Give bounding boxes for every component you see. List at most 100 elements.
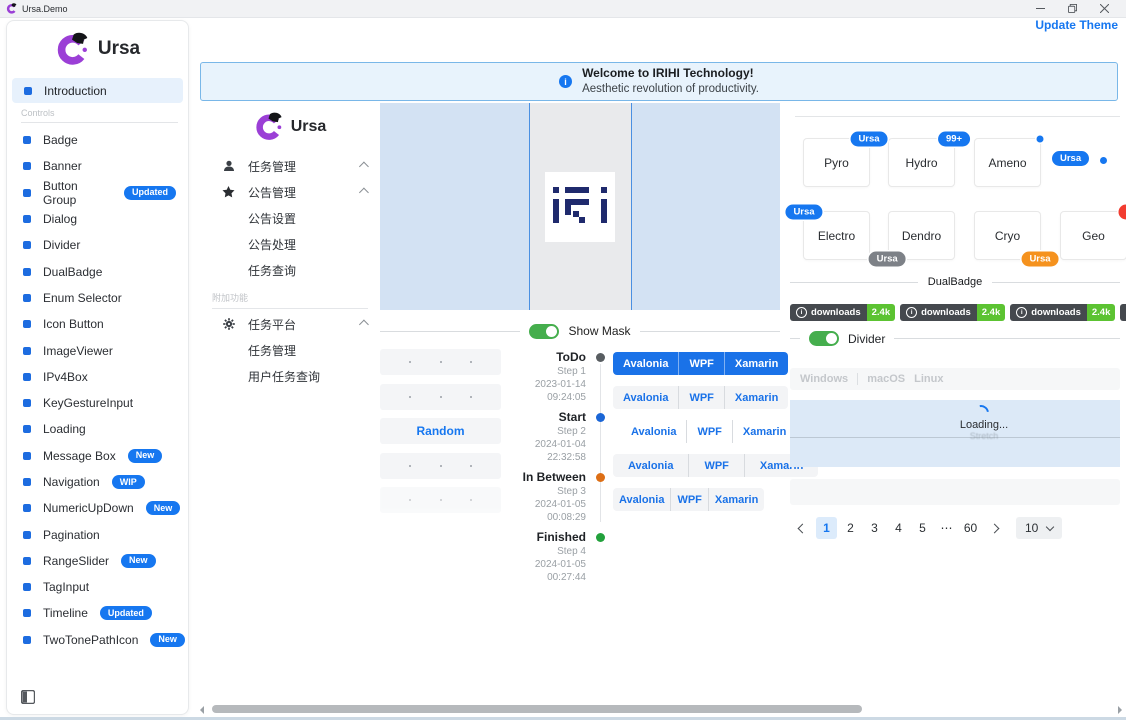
sidebar-item-badge: New: [121, 554, 156, 568]
info-icon: [796, 307, 807, 318]
sidebar-item-rangeslider[interactable]: RangeSlider New: [7, 548, 188, 574]
sidebar-item-label: TagInput: [43, 580, 89, 594]
minimize-button[interactable]: [1024, 1, 1056, 17]
menu-item-label: 公告管理: [248, 184, 296, 201]
page-5[interactable]: 5: [912, 517, 933, 539]
sidebar-item-pagination[interactable]: Pagination: [7, 521, 188, 547]
sidebar-item-introduction[interactable]: Introduction: [12, 78, 183, 103]
square-bullet-icon: [23, 452, 31, 460]
restore-button[interactable]: [1056, 1, 1088, 17]
close-button[interactable]: [1088, 1, 1120, 17]
sidebar-item-keygestureinput[interactable]: KeyGestureInput: [7, 390, 188, 416]
menu-item-任务管理[interactable]: 任务管理: [200, 337, 380, 363]
page-prev-button[interactable]: [792, 517, 813, 539]
timeline-item-title: Start: [495, 410, 586, 425]
ursa-logo-icon: [254, 112, 283, 141]
page-60[interactable]: 60: [960, 517, 981, 539]
square-bullet-icon: [24, 87, 32, 95]
menu-item-公告设置[interactable]: 公告设置: [200, 205, 380, 231]
sidebar-item-dualbadge[interactable]: DualBadge: [7, 258, 188, 284]
sidebar-item-label: Message Box: [43, 449, 116, 463]
button-avalonia[interactable]: Avalonia: [613, 454, 688, 477]
badge-card-label: Geo: [1082, 229, 1105, 243]
badge-dot: [1037, 136, 1044, 143]
timeline-item: ToDoStep 12023-01-14 09:24:05: [495, 350, 605, 404]
page-2[interactable]: 2: [840, 517, 861, 539]
button-wpf[interactable]: WPF: [670, 488, 707, 511]
button-xamarin[interactable]: Xamarin: [724, 352, 788, 375]
sidebar-item-badge[interactable]: Badge: [7, 127, 188, 153]
button-wpf[interactable]: WPF: [688, 454, 743, 477]
button-avalonia[interactable]: Avalonia: [613, 386, 678, 409]
timeline-item-time: 2023-01-14 09:24:05: [495, 378, 586, 404]
button-groups: AvaloniaWPFXamarinAvaloniaWPFXamarinAval…: [613, 352, 780, 522]
sidebar-item-numericupdown[interactable]: NumericUpDownNew: [7, 495, 188, 521]
sidebar-item-dialog[interactable]: Dialog: [7, 206, 188, 232]
page-4[interactable]: 4: [888, 517, 909, 539]
dualbadge-value: 2.4k: [867, 304, 896, 321]
badge-card-label: Pyro: [824, 156, 849, 170]
button-wpf[interactable]: WPF: [686, 420, 731, 443]
button-avalonia[interactable]: Avalonia: [613, 352, 678, 375]
sidebar-item-ipv4box[interactable]: IPv4Box: [7, 364, 188, 390]
divider-toggle[interactable]: [809, 331, 839, 346]
sidebar-item-banner[interactable]: Banner: [7, 153, 188, 179]
menu-item-公告管理[interactable]: 公告管理: [200, 179, 380, 205]
button-avalonia[interactable]: Avalonia: [621, 420, 686, 443]
timeline-item-step: Step 3: [495, 485, 586, 498]
sidebar-item-button-group[interactable]: Button GroupUpdated: [7, 180, 188, 206]
image-viewer[interactable]: [380, 103, 780, 310]
page-size-select[interactable]: 10: [1016, 517, 1062, 539]
scroll-left-icon[interactable]: [200, 706, 204, 714]
button-avalonia[interactable]: Avalonia: [613, 488, 670, 511]
sidebar-item-imageviewer[interactable]: ImageViewer: [7, 337, 188, 363]
button-wpf[interactable]: WPF: [678, 386, 723, 409]
horizontal-scrollbar[interactable]: [196, 704, 1126, 714]
menu-item-用户任务查询[interactable]: 用户任务查询: [200, 363, 380, 389]
button-xamarin[interactable]: Xamarin: [708, 488, 764, 511]
dualbadge-label: downloads: [1031, 307, 1081, 318]
divider-line: [380, 331, 520, 332]
button-xamarin[interactable]: Xamarin: [732, 420, 796, 443]
info-icon: [1016, 307, 1027, 318]
sidebar-item-label: NumericUpDown: [43, 501, 134, 515]
random-button[interactable]: Random: [380, 418, 501, 444]
scrollbar-thumb[interactable]: [212, 705, 862, 713]
menu-item-任务管理[interactable]: 任务管理: [200, 153, 380, 179]
square-bullet-icon: [23, 215, 31, 223]
timeline-item: In BetweenStep 32024-01-05 00:08:29: [495, 470, 605, 524]
dualbadge: downloads2.4k: [900, 304, 1005, 321]
sidebar-item-label: RangeSlider: [43, 554, 109, 568]
skeleton-bar: [380, 349, 501, 375]
collapse-sidebar-icon[interactable]: [21, 690, 35, 704]
menu-item-label: 用户任务查询: [248, 368, 320, 385]
star-icon: [222, 186, 235, 198]
skeleton-bar: [380, 487, 501, 513]
show-mask-toggle[interactable]: [529, 324, 559, 339]
button-wpf[interactable]: WPF: [678, 352, 723, 375]
sidebar-item-loading[interactable]: Loading: [7, 416, 188, 442]
menu-item-label: 任务平台: [248, 316, 296, 333]
sidebar: Ursa Introduction Controls BadgeBannerBu…: [6, 20, 189, 715]
button-xamarin[interactable]: Xamarin: [724, 386, 788, 409]
sidebar-item-timeline[interactable]: TimelineUpdated: [7, 600, 188, 626]
info-icon: [906, 307, 917, 318]
sidebar-item-navigation[interactable]: NavigationWIP: [7, 469, 188, 495]
sidebar-item-icon-button[interactable]: Icon Button: [7, 311, 188, 337]
update-theme-button[interactable]: Update Theme: [1035, 18, 1118, 32]
person-icon: [222, 160, 235, 172]
page-next-button[interactable]: [984, 517, 1005, 539]
menu-item-任务查询[interactable]: 任务查询: [200, 257, 380, 283]
sidebar-item-twotonepathicon[interactable]: TwoTonePathIconNew: [7, 627, 188, 653]
sidebar-item-message-box[interactable]: Message BoxNew: [7, 443, 188, 469]
sidebar-item-divider[interactable]: Divider: [7, 232, 188, 258]
menu-item-任务平台[interactable]: 任务平台: [200, 311, 380, 337]
page-1[interactable]: 1: [816, 517, 837, 539]
page-3[interactable]: 3: [864, 517, 885, 539]
dualbadge-left: download: [1120, 304, 1126, 321]
sidebar-item-taginput[interactable]: TagInput: [7, 574, 188, 600]
sidebar-item-enum-selector[interactable]: Enum Selector: [7, 285, 188, 311]
timeline-dot: [596, 473, 605, 482]
scroll-right-icon[interactable]: [1118, 706, 1122, 714]
menu-item-公告处理[interactable]: 公告处理: [200, 231, 380, 257]
